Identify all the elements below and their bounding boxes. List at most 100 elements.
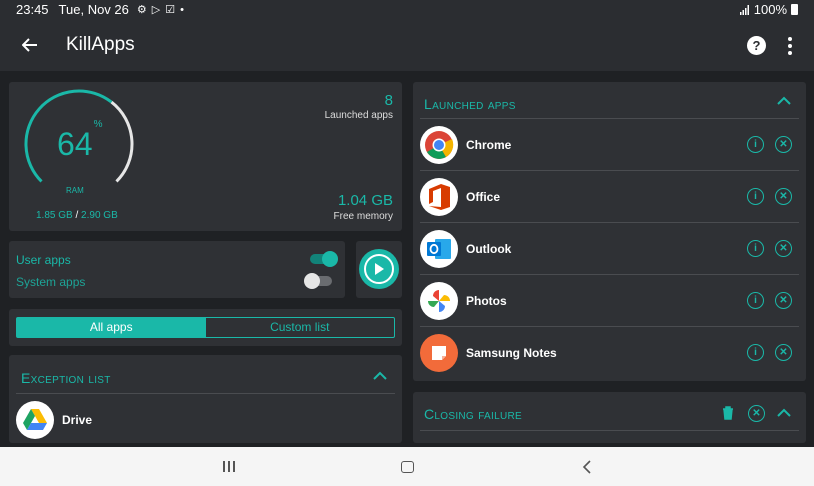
list-mode-segmented-control: All apps Custom list (16, 317, 395, 338)
ram-card: 64% RAM 1.85 GB / 2.90 GB 8 Launched app… (9, 82, 402, 231)
battery-percent: 100% (753, 2, 787, 17)
status-notification-icons: ⚙ ▷ ☑ • (136, 3, 184, 17)
close-icon: ✕ (779, 347, 788, 358)
more-notifications-dot-icon: • (180, 3, 184, 16)
app-bar: KillApps ? (0, 19, 814, 71)
app-type-toggles-card: User apps System apps (9, 241, 345, 298)
close-icon: ✕ (779, 295, 788, 306)
launched-app-row[interactable]: Samsung Notes i ✕ (413, 327, 806, 379)
chevron-up-icon (777, 96, 791, 105)
info-icon: i (754, 295, 757, 306)
drive-icon (16, 401, 54, 439)
exception-list-title: Exception list (21, 370, 111, 386)
launched-apps-caption: Launched apps (324, 110, 393, 121)
close-app-button[interactable]: ✕ (775, 344, 792, 361)
chrome-icon (420, 126, 458, 164)
recents-icon (223, 461, 225, 472)
launched-app-name: Samsung Notes (466, 346, 557, 360)
app-info-button[interactable]: i (747, 188, 764, 205)
user-apps-switch[interactable] (310, 251, 338, 267)
closing-failure-card: Closing failure ✕ (413, 392, 806, 443)
launched-app-row[interactable]: Photos i ✕ (413, 275, 806, 327)
close-app-button[interactable]: ✕ (775, 136, 792, 153)
list-mode-card: All apps Custom list (9, 309, 402, 346)
system-back-button[interactable] (582, 460, 592, 474)
ram-usage: 1.85 GB / 2.90 GB (36, 210, 118, 221)
delete-icon (723, 406, 733, 420)
custom-list-tab[interactable]: Custom list (206, 318, 395, 337)
status-bar: 23:45 Tue, Nov 26 ⚙ ▷ ☑ • 100% (0, 0, 814, 19)
photos-icon (420, 282, 458, 320)
close-icon: ✕ (752, 408, 761, 419)
free-memory-value: 1.04 GB (337, 192, 393, 209)
clear-failures-button[interactable] (722, 406, 734, 420)
recent-apps-button[interactable] (223, 461, 235, 472)
settings-gear-icon: ⚙ (136, 4, 147, 16)
info-icon: i (754, 191, 757, 202)
exception-list-item[interactable]: Drive (9, 394, 402, 446)
info-icon: i (754, 243, 757, 254)
launched-app-row[interactable]: Office i ✕ (413, 171, 806, 223)
closing-failure-title: Closing failure (424, 406, 522, 422)
ram-percent: 64% (57, 119, 103, 162)
back-chevron-icon (582, 460, 591, 474)
exception-list-card: Exception list Drive (9, 355, 402, 443)
system-navigation-bar (0, 447, 814, 486)
collapse-closing-failure-button[interactable] (777, 408, 791, 418)
app-info-button[interactable]: i (747, 136, 764, 153)
back-button[interactable] (16, 31, 44, 59)
close-app-button[interactable]: ✕ (775, 292, 792, 309)
status-date: Tue, Nov 26 (58, 2, 129, 17)
home-button[interactable] (401, 461, 414, 473)
launched-apps-count: 8 (384, 92, 393, 109)
chevron-up-icon (777, 408, 791, 417)
launched-app-row[interactable]: Chrome i ✕ (413, 119, 806, 171)
help-icon: ? (752, 38, 761, 53)
launched-apps-card: Launched apps Chrome i ✕ Office i ✕ Outl… (413, 82, 806, 381)
samsung-notes-icon (420, 334, 458, 372)
user-apps-label: User apps (16, 253, 71, 267)
play-store-icon: ▷ (151, 4, 161, 16)
launched-app-row[interactable]: Outlook i ✕ (413, 223, 806, 275)
close-icon: ✕ (779, 191, 788, 202)
exception-item-name: Drive (62, 413, 93, 427)
launched-apps-title: Launched apps (424, 96, 516, 112)
close-app-button[interactable]: ✕ (775, 240, 792, 257)
help-button[interactable]: ? (747, 36, 766, 55)
ram-label: RAM (66, 186, 84, 195)
page-title: KillApps (66, 34, 135, 55)
all-apps-tab[interactable]: All apps (17, 318, 206, 337)
outlook-icon (420, 230, 458, 268)
close-all-failed-button[interactable]: ✕ (748, 405, 765, 422)
closing-failure-divider (420, 430, 799, 431)
close-app-button[interactable]: ✕ (775, 188, 792, 205)
app-info-button[interactable]: i (747, 240, 764, 257)
play-icon (375, 263, 384, 275)
kill-apps-card (356, 241, 402, 298)
launched-app-name: Chrome (466, 138, 512, 152)
collapse-launched-apps-button[interactable] (777, 96, 791, 106)
chevron-up-icon (373, 371, 387, 380)
close-icon: ✕ (779, 243, 788, 254)
more-vert-icon (788, 37, 792, 41)
info-icon: i (754, 139, 757, 150)
system-apps-label: System apps (16, 275, 86, 289)
close-icon: ✕ (779, 139, 788, 150)
collapse-exception-list-button[interactable] (373, 371, 387, 381)
overflow-menu-button[interactable] (786, 35, 794, 57)
launched-app-name: Photos (466, 294, 507, 308)
office-icon (420, 178, 458, 216)
status-time: 23:45 (16, 2, 49, 17)
kill-apps-play-button[interactable] (359, 249, 399, 289)
ram-gauge-track (110, 100, 134, 183)
app-info-button[interactable]: i (747, 344, 764, 361)
checkbox-icon: ☑ (165, 4, 176, 16)
signal-icon (739, 4, 749, 15)
free-memory-caption: Free memory (333, 211, 393, 222)
battery-icon (791, 4, 798, 15)
launched-app-name: Office (466, 190, 501, 204)
app-info-button[interactable]: i (747, 292, 764, 309)
arrow-left-icon (22, 38, 37, 52)
system-apps-switch[interactable] (304, 273, 332, 289)
info-icon: i (754, 347, 757, 358)
